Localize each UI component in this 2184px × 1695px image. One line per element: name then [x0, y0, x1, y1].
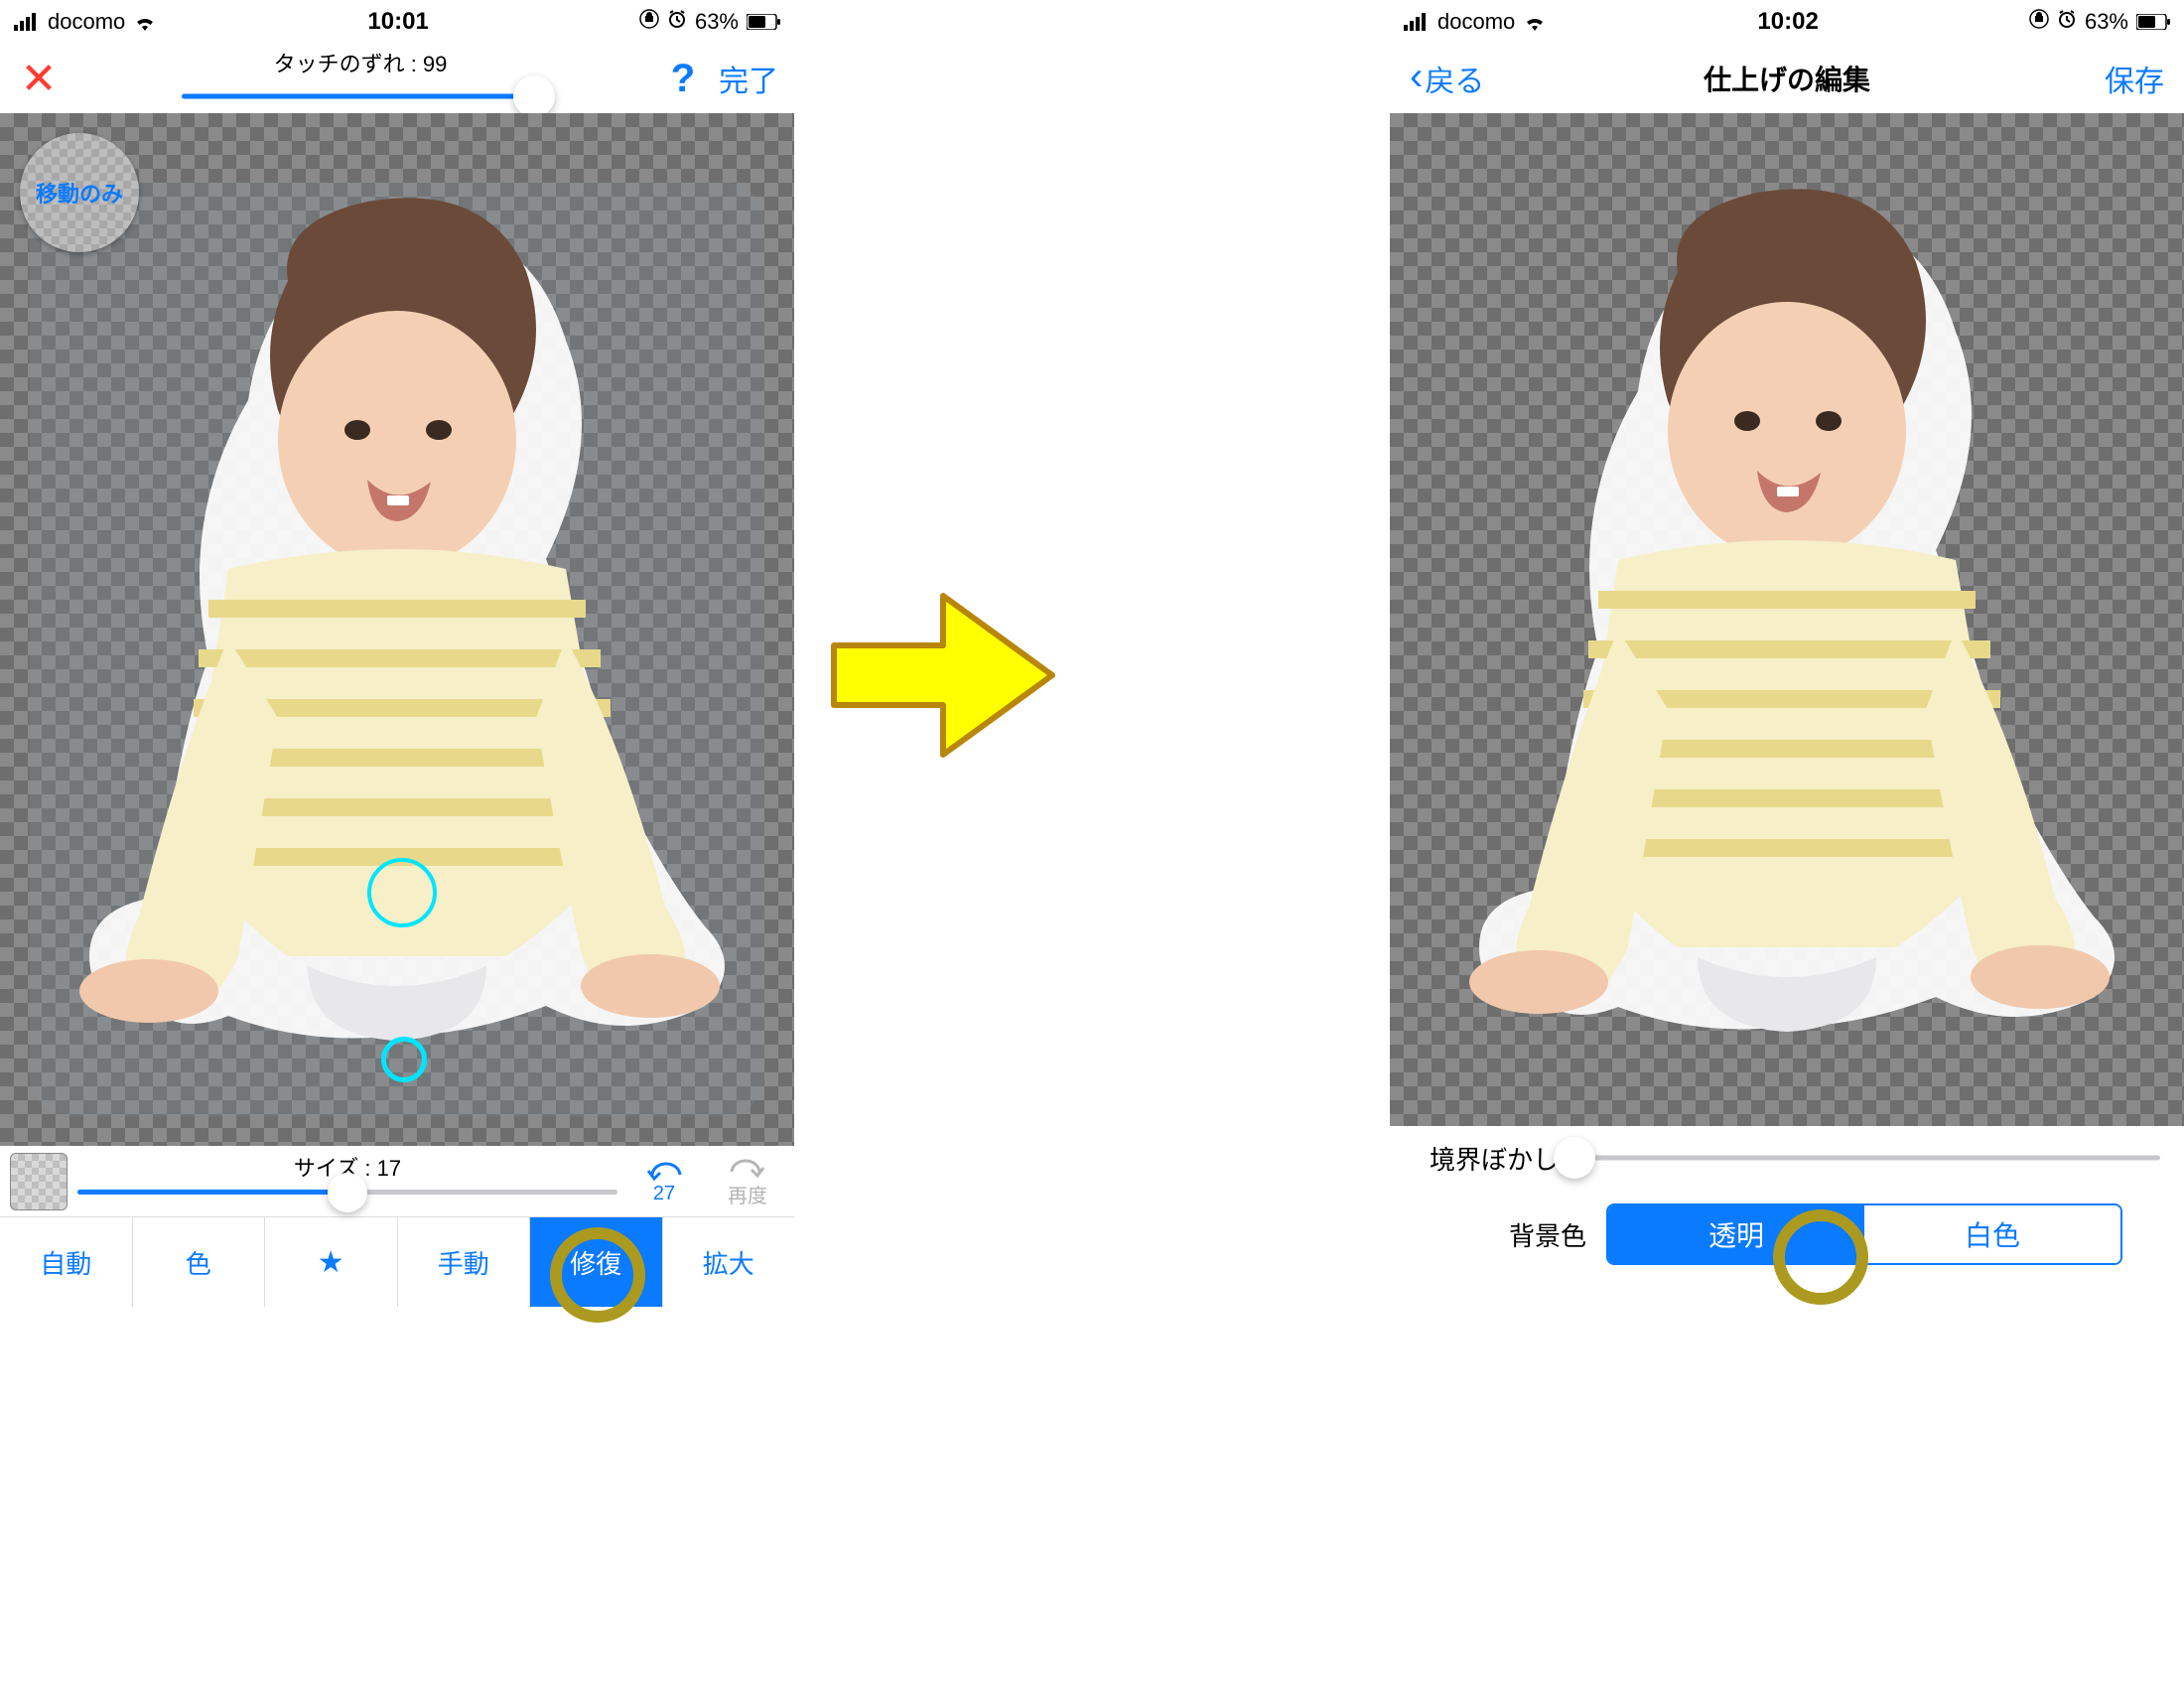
wifi-icon — [133, 13, 157, 31]
alarm-icon — [2057, 8, 2077, 36]
signal-icon — [1404, 13, 1430, 31]
finish-topbar: ‹ 戻る 仕上げの編集 保存 — [1390, 44, 2184, 113]
background-color-row: 背景色 透明 白色 — [1390, 1190, 2184, 1279]
edge-blur-label: 境界ぼかし — [1430, 1140, 1559, 1177]
chevron-left-icon: ‹ — [1410, 57, 1423, 96]
segment-transparent[interactable]: 透明 — [1608, 1205, 1864, 1263]
touch-offset-control: タッチのずれ : 99 — [73, 47, 647, 110]
back-button[interactable]: ‹ 戻る — [1410, 57, 1484, 100]
brush-size-row: サイズ : 17 27 再度 — [0, 1146, 794, 1217]
editor-topbar: ✕ タッチのずれ : 99 ? 完了 — [0, 44, 794, 113]
brush-cursor-preview — [367, 858, 437, 927]
battery-pct: 63% — [695, 9, 739, 35]
redo-button[interactable]: 再度 — [711, 1154, 784, 1208]
slider-thumb[interactable] — [1554, 1137, 1595, 1179]
move-only-badge[interactable]: 移動のみ — [20, 133, 139, 252]
redo-icon — [726, 1154, 769, 1180]
alarm-icon — [667, 8, 687, 36]
brush-cursor-target — [381, 1037, 427, 1082]
left-screen: docomo 10:01 63% ✕ タッチのずれ : 99 — [0, 0, 794, 1307]
tab-manual[interactable]: 手動 — [398, 1217, 531, 1307]
signal-icon — [14, 13, 40, 31]
tab-star[interactable]: ★ — [265, 1217, 398, 1307]
save-button[interactable]: 保存 — [2105, 57, 2164, 100]
done-button[interactable]: 完了 — [719, 57, 778, 100]
slider-thumb[interactable] — [328, 1173, 367, 1212]
edge-blur-slider[interactable] — [1574, 1138, 2160, 1178]
redo-label: 再度 — [728, 1180, 767, 1208]
back-label: 戻る — [1425, 57, 1484, 100]
carrier-label: docomo — [48, 9, 125, 35]
undo-count: 27 — [653, 1183, 675, 1205]
battery-icon — [747, 14, 780, 30]
background-segmented-control: 透明 白色 — [1606, 1203, 2122, 1265]
orientation-lock-icon — [639, 8, 659, 36]
wifi-icon — [1523, 13, 1547, 31]
tab-auto[interactable]: 自動 — [0, 1217, 133, 1307]
help-button[interactable]: ? — [659, 57, 707, 101]
tab-zoom[interactable]: 拡大 — [663, 1217, 795, 1307]
editor-canvas[interactable]: 移動のみ — [0, 113, 794, 1146]
status-bar: docomo 10:01 63% — [0, 0, 794, 44]
slider-thumb[interactable] — [513, 75, 555, 117]
carrier-label: docomo — [1437, 9, 1515, 35]
move-only-label: 移動のみ — [36, 177, 123, 209]
orientation-lock-icon — [2029, 8, 2049, 36]
preview-canvas[interactable] — [1390, 113, 2184, 1126]
edge-blur-row: 境界ぼかし — [1390, 1126, 2184, 1190]
subject-baby-cutout — [30, 142, 764, 1075]
touch-offset-label: タッチのずれ : 99 — [274, 47, 448, 78]
undo-icon — [642, 1157, 686, 1183]
close-button[interactable]: ✕ — [16, 54, 62, 104]
clock: 10:01 — [367, 8, 428, 36]
right-screen: docomo 10:02 63% ‹ 戻る 仕上げの編集 保存 — [1390, 0, 2184, 1279]
transparency-chip[interactable] — [10, 1153, 68, 1210]
segment-white[interactable]: 白色 — [1864, 1205, 2120, 1263]
tool-tabs: 自動 色 ★ 手動 修復 拡大 — [0, 1217, 794, 1307]
undo-button[interactable]: 27 — [627, 1157, 701, 1205]
touch-offset-slider[interactable] — [182, 82, 539, 110]
subject-baby-cutout — [1420, 133, 2154, 1066]
status-bar: docomo 10:02 63% — [1390, 0, 2184, 44]
background-color-label: 背景色 — [1509, 1216, 1586, 1253]
battery-icon — [2136, 14, 2170, 30]
clock: 10:02 — [1757, 8, 1818, 36]
page-title: 仕上げの編集 — [1704, 59, 1870, 98]
tab-repair[interactable]: 修復 — [530, 1217, 663, 1307]
arrow-icon — [824, 586, 1062, 765]
tab-color[interactable]: 色 — [133, 1217, 266, 1307]
battery-pct: 63% — [2085, 9, 2128, 35]
